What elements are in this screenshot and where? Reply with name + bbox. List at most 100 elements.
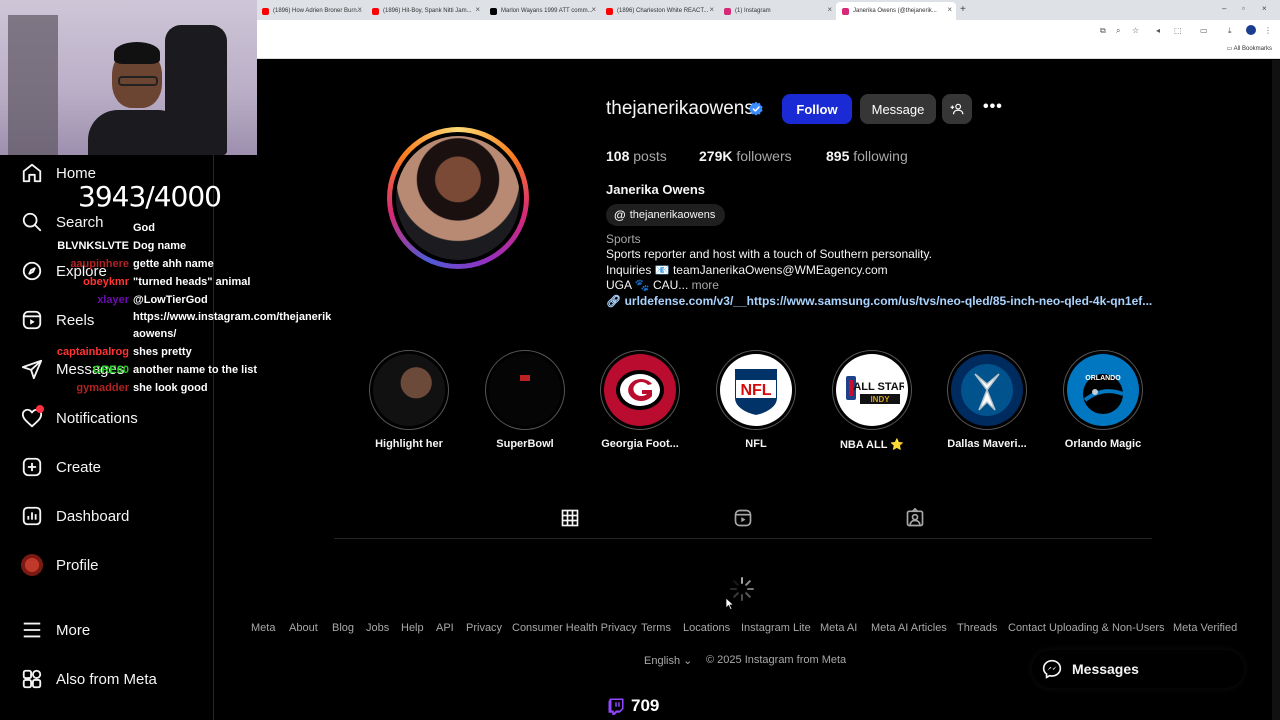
sidebar-item-profile[interactable]: Profile [20, 551, 99, 579]
highlight-name: Highlight her [375, 438, 443, 450]
highlight-item[interactable]: SuperBowl [480, 350, 570, 450]
chat-username[interactable]: GRE60 [46, 364, 133, 376]
bio-line: Inquiries 📧 teamJanerikaOwens@WMEagency.… [606, 263, 888, 277]
language-select[interactable]: English ⌄ [644, 654, 692, 667]
messages-pill-button[interactable]: Messages [1032, 650, 1244, 688]
close-icon[interactable]: × [475, 5, 480, 14]
extensions-icon[interactable]: ⬚ [1174, 26, 1182, 35]
search-icon [20, 210, 44, 234]
highlight-item[interactable]: ALL STAR INDY NBA ALL ⭐ [827, 350, 917, 451]
browser-tab[interactable]: (1896) How Adrien Broner Burn... × [256, 2, 366, 20]
browser-tab[interactable]: (1) Instagram × [718, 2, 836, 20]
followers-label: followers [736, 148, 792, 164]
followers-count[interactable]: 279K followers [699, 148, 792, 164]
chat-username[interactable]: captainbalrog [46, 346, 133, 358]
highlight-item[interactable]: NFL NFL [711, 350, 801, 450]
sidebar-item-also-from-meta[interactable]: Also from Meta [20, 665, 157, 693]
chat-username[interactable]: gymadder [46, 382, 133, 394]
following-count[interactable]: 895 following [826, 148, 908, 164]
bio-text: UGA 🐾 CAU... [606, 278, 689, 292]
highlight-ring: NFL [716, 350, 796, 430]
chat-username[interactable]: BLVNKSLVTE [46, 240, 133, 252]
close-icon[interactable]: × [827, 5, 832, 14]
sidebar-icon[interactable]: ▭ [1200, 26, 1208, 35]
posts-grid-tab-icon[interactable] [560, 508, 580, 528]
scrollbar[interactable] [1272, 60, 1280, 720]
avatar[interactable] [1246, 25, 1256, 35]
footer-link[interactable]: Threads [957, 622, 997, 634]
footer-link[interactable]: Consumer Health Privacy [512, 622, 637, 634]
more-options-icon[interactable]: ••• [983, 98, 1003, 116]
posts-count: 108 posts [606, 148, 667, 164]
close-window-icon[interactable]: × [1262, 4, 1267, 13]
browser-tab[interactable]: Marlon Wayans 1999 ATT comm... × [484, 2, 600, 20]
close-icon[interactable]: × [357, 5, 362, 14]
footer-link[interactable]: API [436, 622, 454, 634]
sidebar-item-dashboard[interactable]: Dashboard [20, 502, 129, 530]
profile-avatar-ring[interactable] [387, 127, 529, 269]
chat-username[interactable] [46, 222, 133, 234]
follow-button[interactable]: Follow [782, 94, 852, 124]
suggested-users-button[interactable] [942, 94, 972, 124]
highlight-item[interactable]: Georgia Foot... [595, 350, 685, 450]
footer-link[interactable]: Privacy [466, 622, 502, 634]
bio-more-link[interactable]: more [692, 278, 719, 292]
chat-username[interactable] [46, 311, 133, 323]
footer-link[interactable]: Jobs [366, 622, 389, 634]
highlight-name: SuperBowl [496, 438, 554, 450]
footer-link[interactable]: Meta AI Articles [871, 622, 947, 634]
minimize-icon[interactable]: – [1222, 4, 1226, 13]
nfl-logo-icon: NFL [720, 354, 792, 426]
star-icon[interactable]: ☆ [1132, 26, 1139, 35]
install-icon[interactable]: ⧉ [1100, 26, 1106, 36]
speaker-icon[interactable]: ◂ [1156, 26, 1160, 35]
indy-text: INDY [870, 395, 890, 404]
footer-link[interactable]: Terms [641, 622, 671, 634]
maximize-icon[interactable]: ▫ [1242, 4, 1245, 13]
tagged-tab-icon[interactable] [905, 508, 925, 528]
browser-tab-active[interactable]: Janerika Owens (@thejanerik... × [836, 2, 956, 20]
followers-number: 279K [699, 148, 733, 164]
message-button[interactable]: Message [860, 94, 936, 124]
zoom-icon[interactable]: ⌕ [1116, 26, 1120, 36]
bio-external-link[interactable]: 🔗︎ urldefense.com/v3/__https://www.samsu… [606, 294, 1152, 308]
footer-link[interactable]: Meta Verified [1173, 622, 1237, 634]
reels-tab-icon[interactable] [733, 508, 753, 528]
threads-handle: thejanerikaowens [629, 209, 716, 221]
browser-tab[interactable]: (1896) Hit-Boy, Spank Nitti Jam... × [366, 2, 484, 20]
kebab-icon[interactable]: ⋮ [1264, 26, 1272, 35]
chat-username[interactable]: obeykmr [46, 276, 133, 288]
footer-link[interactable]: Meta [251, 622, 275, 634]
chat-message: captainbalrog shes pretty [46, 346, 192, 358]
sidebar-item-create[interactable]: Create [20, 453, 101, 481]
footer-link[interactable]: Help [401, 622, 424, 634]
footer-link[interactable]: Meta AI [820, 622, 857, 634]
footer-link[interactable]: Locations [683, 622, 730, 634]
sidebar-item-label: More [56, 621, 91, 639]
profile-full-name: Janerika Owens [606, 182, 705, 197]
chat-username[interactable]: aaupinhere [46, 258, 133, 270]
youtube-icon [372, 7, 379, 15]
highlight-name: Georgia Foot... [601, 438, 679, 450]
highlight-item[interactable]: Highlight her [364, 350, 454, 450]
new-tab-icon[interactable]: + [960, 4, 966, 15]
highlight-item[interactable]: ORLANDO Orlando Magic [1058, 350, 1148, 450]
close-icon[interactable]: × [947, 5, 952, 14]
download-icon[interactable]: ⤓ [1228, 26, 1232, 36]
close-icon[interactable]: × [591, 5, 596, 14]
highlight-item[interactable]: Dallas Maveri... [942, 350, 1032, 450]
threads-badge[interactable]: @ thejanerikaowens [606, 204, 726, 226]
sidebar-item-more[interactable]: More [20, 616, 90, 644]
chat-username[interactable] [46, 328, 133, 340]
all-bookmarks[interactable]: ▭ All Bookmarks [1227, 45, 1272, 52]
hamburger-icon [20, 618, 44, 642]
footer-link[interactable]: About [289, 622, 318, 634]
avatar [396, 136, 520, 260]
chat-message: BLVNKSLVTE Dog name [46, 240, 186, 252]
footer-link[interactable]: Contact Uploading & Non-Users [1008, 622, 1165, 634]
browser-tab[interactable]: (1896) Charleston White REACT... × [600, 2, 718, 20]
footer-link[interactable]: Instagram Lite [741, 622, 811, 634]
footer-link[interactable]: Blog [332, 622, 354, 634]
chat-username[interactable]: xlayer [46, 294, 133, 306]
close-icon[interactable]: × [709, 5, 714, 14]
